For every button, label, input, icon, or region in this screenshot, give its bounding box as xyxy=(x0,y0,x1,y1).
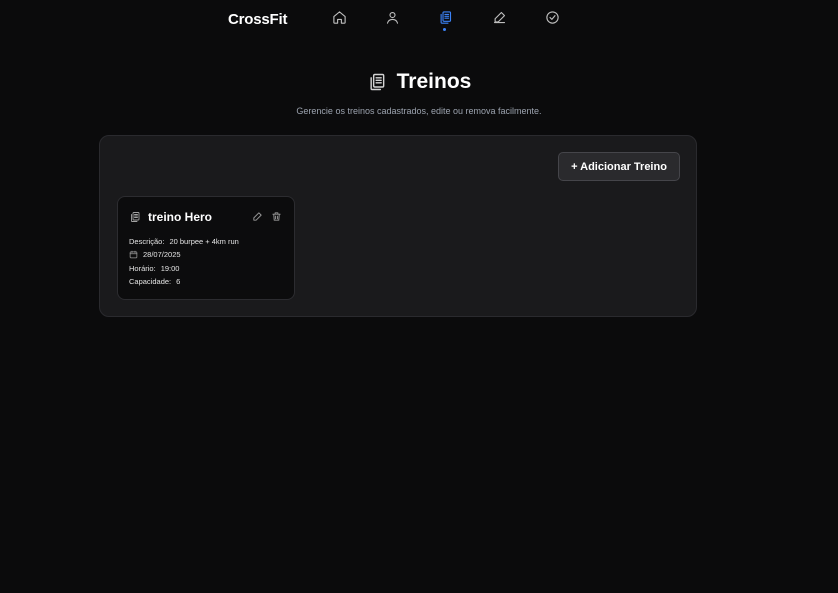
brand-logo[interactable]: CrossFit xyxy=(228,11,287,28)
card-time: Horário: 19:00 xyxy=(129,264,179,273)
description-value: 20 burpee + 4km run xyxy=(169,237,239,246)
active-nav-indicator xyxy=(443,28,446,31)
card-date: 28/07/2025 xyxy=(129,250,181,259)
capacity-label: Capacidade: xyxy=(129,277,172,286)
calendar-icon xyxy=(129,250,138,259)
time-label: Horário: xyxy=(129,264,156,273)
nav-home-icon[interactable] xyxy=(331,9,347,25)
page-subtitle: Gerencie os treinos cadastrados, edite o… xyxy=(296,106,542,116)
page-title-text: Treinos xyxy=(396,70,472,93)
nav-user-icon[interactable] xyxy=(384,9,400,25)
description-label: Descrição: xyxy=(129,237,165,246)
trash-icon[interactable] xyxy=(271,211,282,222)
add-treino-button[interactable]: + Adicionar Treino xyxy=(558,152,680,181)
clipboard-icon xyxy=(131,212,140,222)
card-description: Descrição: 20 burpee + 4km run xyxy=(129,237,239,246)
time-value: 19:00 xyxy=(160,264,180,273)
page-title: Treinos xyxy=(367,70,472,94)
nav-edit-icon[interactable] xyxy=(491,9,507,25)
treinos-panel: + Adicionar Treino treino Hero Descrição… xyxy=(99,135,697,317)
card-capacity: Capacidade: 6 xyxy=(129,277,180,286)
edit-icon[interactable] xyxy=(252,211,263,222)
treino-card: treino Hero Descrição: 20 burpee + 4km r… xyxy=(117,196,295,300)
page-header: Treinos Gerencie os treinos cadastrados,… xyxy=(0,70,838,116)
nav-clipboard-icon[interactable] xyxy=(437,9,453,31)
capacity-value: 6 xyxy=(176,277,181,286)
card-header: treino Hero xyxy=(129,210,212,224)
top-navbar: CrossFit xyxy=(0,0,838,36)
card-actions xyxy=(252,211,282,222)
card-title: treino Hero xyxy=(148,210,213,224)
date-value: 28/07/2025 xyxy=(143,250,181,259)
clipboard-icon xyxy=(370,73,385,91)
nav-check-circle-icon[interactable] xyxy=(544,9,560,25)
